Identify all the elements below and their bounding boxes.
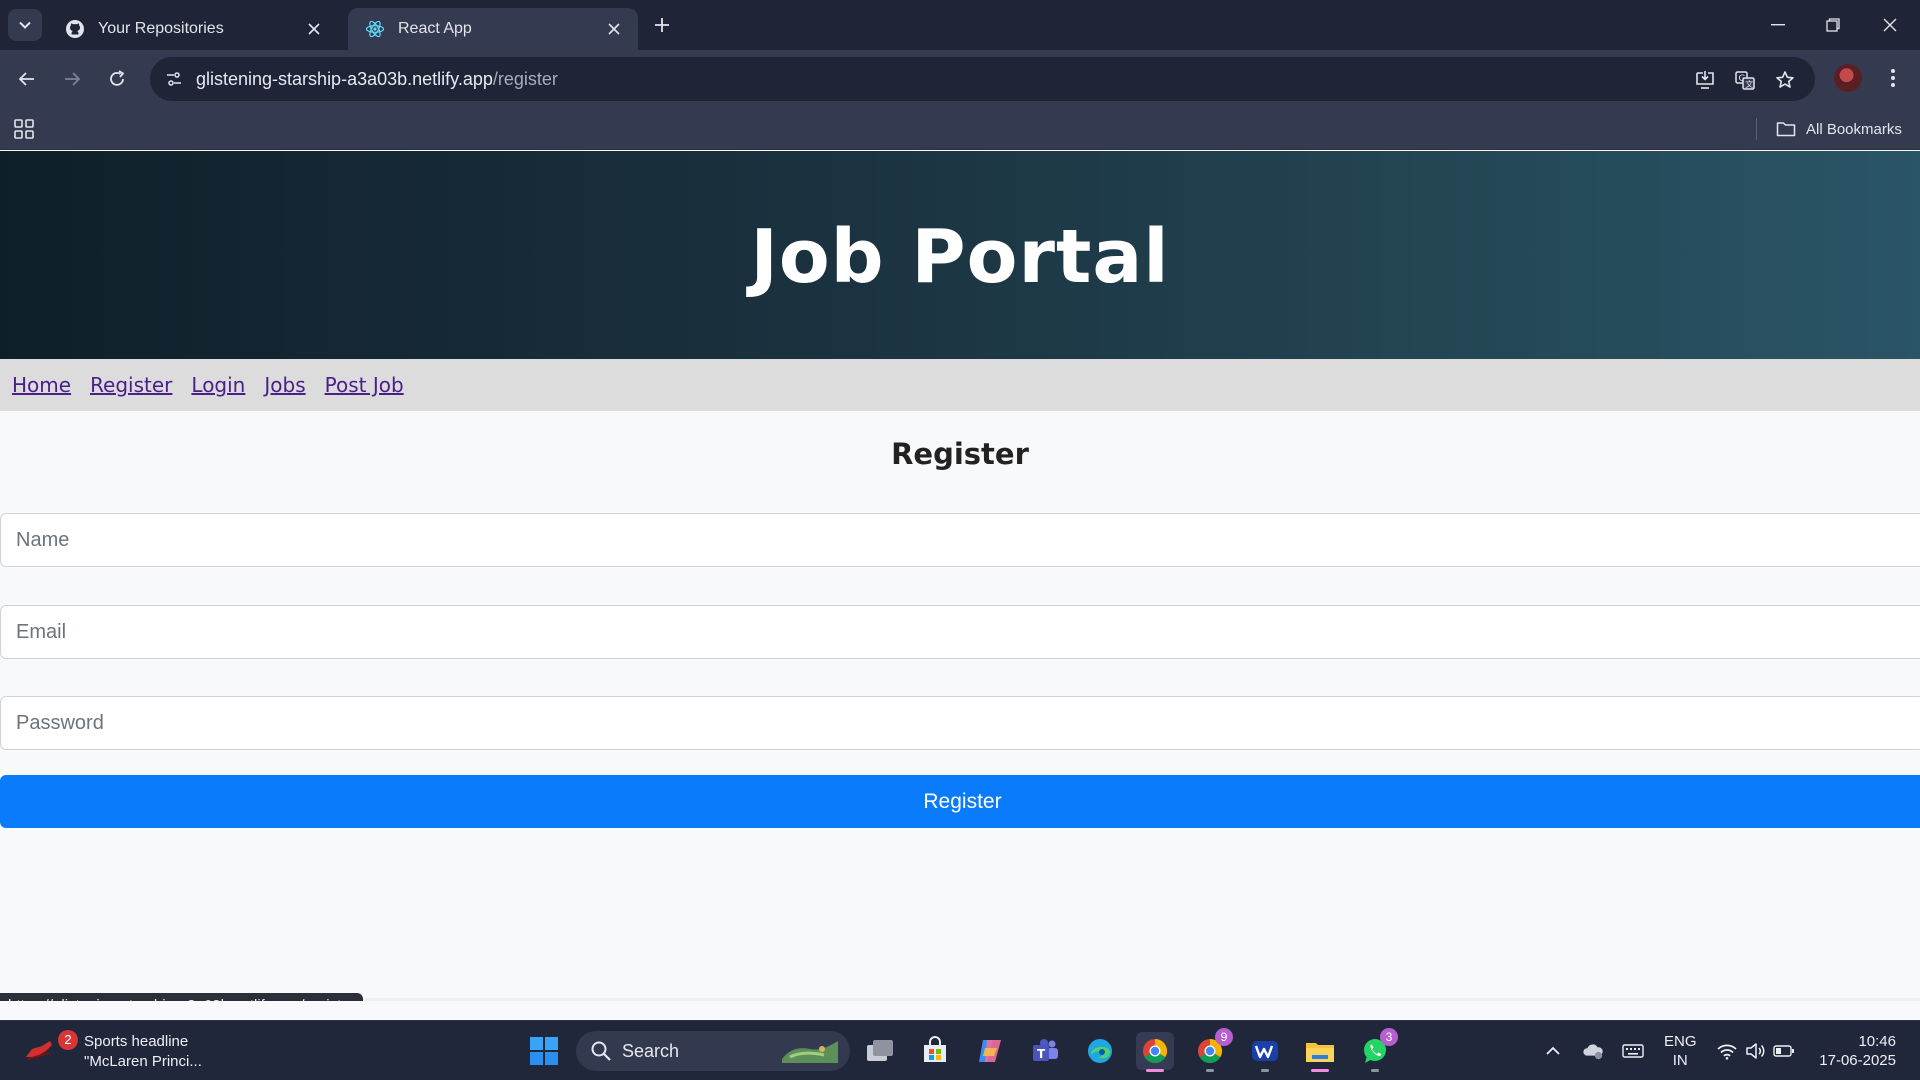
tab-react-app[interactable]: React App — [348, 8, 638, 50]
all-bookmarks-label: All Bookmarks — [1806, 120, 1902, 138]
tab-title: Your Repositories — [98, 20, 224, 37]
register-button[interactable]: Register — [0, 775, 1920, 828]
address-bar[interactable]: glistening-starship-a3a03b.netlify.app/r… — [150, 57, 1815, 101]
clock-date: 17-06-2025 — [1819, 1052, 1896, 1069]
svg-text:文: 文 — [1745, 79, 1753, 89]
open-app-indicator — [1261, 1069, 1269, 1072]
tab-your-repositories[interactable]: Your Repositories — [48, 8, 338, 50]
hero-banner: Job Portal — [0, 151, 1920, 359]
windows-logo-icon — [530, 1037, 558, 1065]
form-title: Register — [891, 437, 1029, 471]
webex-icon[interactable] — [1246, 1032, 1284, 1072]
bookmarks-divider — [1756, 118, 1757, 140]
tab-search-button[interactable] — [8, 9, 42, 41]
news-badge: 2 — [58, 1030, 78, 1050]
wifi-icon[interactable] — [1716, 1040, 1738, 1062]
edge-icon[interactable] — [1081, 1032, 1119, 1070]
github-icon — [64, 18, 86, 40]
task-view-icon[interactable] — [861, 1032, 899, 1070]
email-input[interactable] — [0, 605, 1920, 659]
close-tab-icon[interactable] — [304, 19, 324, 39]
new-tab-icon[interactable] — [650, 13, 674, 37]
tab-strip: Your Repositories React App — [0, 0, 1920, 50]
search-icon — [591, 1041, 611, 1061]
open-app-indicator — [1311, 1069, 1329, 1072]
language-code: ENG — [1664, 1033, 1697, 1050]
language-indicator[interactable]: ENG IN — [1664, 1032, 1697, 1070]
chrome-profile-icon[interactable]: 9 — [1191, 1028, 1233, 1072]
svg-text:T: T — [1037, 1047, 1046, 1061]
nav-link-jobs[interactable]: Jobs — [264, 373, 305, 397]
name-input[interactable] — [0, 513, 1920, 567]
onedrive-icon[interactable] — [1582, 1040, 1604, 1062]
chrome-profile-badge: 9 — [1215, 1028, 1233, 1046]
start-button[interactable] — [525, 1032, 563, 1070]
all-bookmarks-button[interactable]: All Bookmarks — [1776, 117, 1902, 141]
scroll-right-arrow-icon[interactable] — [1900, 999, 1914, 1001]
browser-toolbar: glistening-starship-a3a03b.netlify.app/r… — [0, 50, 1920, 108]
url-path: /register — [492, 69, 558, 89]
search-highlight-icon — [782, 1041, 838, 1063]
nav-link-register[interactable]: Register — [90, 373, 172, 397]
teams-icon[interactable]: T — [1026, 1032, 1064, 1070]
close-window-icon[interactable] — [1870, 10, 1910, 40]
install-app-icon[interactable] — [1692, 67, 1718, 93]
system-clock[interactable]: 10:46 17-06-2025 — [1810, 1032, 1896, 1070]
keyboard-icon[interactable] — [1622, 1040, 1644, 1062]
main-nav: Home Register Login Jobs Post Job — [0, 359, 1920, 411]
taskbar-search[interactable]: Search — [576, 1031, 850, 1071]
nav-link-login[interactable]: Login — [191, 373, 245, 397]
folder-icon — [1776, 122, 1796, 137]
chevron-down-icon — [19, 21, 31, 29]
tab-title: React App — [398, 20, 472, 37]
search-label: Search — [622, 1041, 680, 1061]
nav-link-post-job[interactable]: Post Job — [325, 373, 404, 397]
translate-icon[interactable]: G文 — [1732, 67, 1758, 93]
back-icon[interactable] — [12, 64, 42, 94]
reload-icon[interactable] — [102, 64, 132, 94]
react-icon — [364, 18, 386, 40]
close-tab-icon[interactable] — [604, 19, 624, 39]
whatsapp-badge: 3 — [1380, 1028, 1398, 1046]
news-widget[interactable]: 2 Sports headline "McLaren Princi... — [20, 1030, 202, 1073]
profile-avatar[interactable] — [1834, 64, 1862, 92]
password-input[interactable] — [0, 696, 1920, 750]
page-viewport: Job Portal Home Register Login Jobs Post… — [0, 151, 1920, 1001]
link-status-tooltip: https://glistening-starship-a3a03b.netli… — [0, 993, 363, 1001]
apps-grid-icon[interactable] — [12, 117, 36, 141]
news-subtitle: "McLaren Princi... — [84, 1053, 202, 1070]
battery-icon[interactable] — [1773, 1040, 1795, 1062]
windows-taskbar: 2 Sports headline "McLaren Princi... Sea… — [0, 1020, 1920, 1080]
url-host: glistening-starship-a3a03b.netlify.app — [196, 69, 493, 89]
url-text[interactable]: glistening-starship-a3a03b.netlify.app/r… — [196, 69, 558, 90]
forward-icon[interactable] — [57, 64, 87, 94]
nav-link-home[interactable]: Home — [12, 373, 71, 397]
bookmark-star-icon[interactable] — [1772, 67, 1798, 93]
site-info-icon[interactable] — [162, 67, 186, 91]
file-explorer-icon[interactable] — [1301, 1032, 1339, 1072]
volume-icon[interactable] — [1745, 1040, 1767, 1062]
sports-car-icon — [26, 1041, 52, 1060]
open-app-indicator — [1206, 1069, 1214, 1072]
clock-time: 10:46 — [1858, 1033, 1896, 1050]
restore-icon[interactable] — [1813, 10, 1853, 40]
news-title: Sports headline — [84, 1033, 189, 1050]
minimize-icon[interactable] — [1758, 10, 1798, 40]
open-app-indicator — [1371, 1069, 1379, 1072]
show-hidden-icons-chevron-icon[interactable] — [1542, 1040, 1564, 1062]
region-code: IN — [1672, 1052, 1688, 1069]
microsoft-store-icon[interactable] — [916, 1032, 954, 1070]
whatsapp-icon[interactable]: 3 — [1356, 1028, 1398, 1072]
bookmarks-bar: All Bookmarks — [0, 108, 1920, 150]
active-app-indicator — [1146, 1069, 1164, 1072]
chrome-taskbar-icon[interactable] — [1136, 1032, 1174, 1072]
copilot-icon[interactable] — [971, 1032, 1009, 1070]
page-title: Job Portal — [750, 214, 1170, 300]
more-menu-icon[interactable] — [1880, 63, 1906, 93]
